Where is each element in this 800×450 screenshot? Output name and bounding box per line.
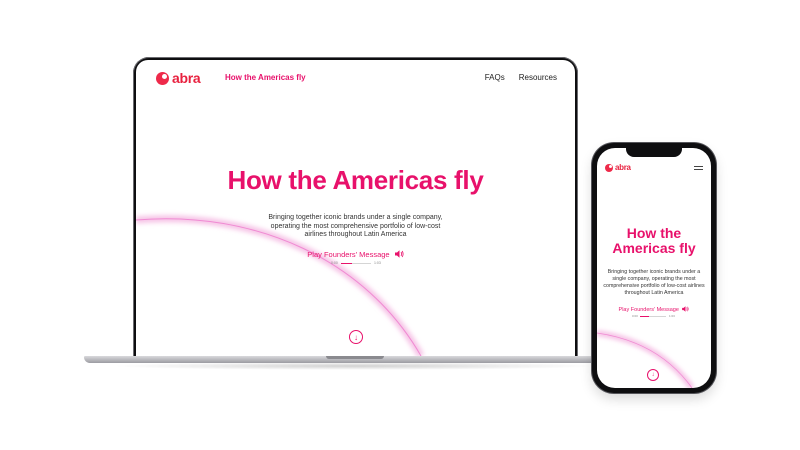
play-founders-message-button[interactable]: Play Founders' Message	[597, 306, 711, 313]
current-time: 0:00	[632, 314, 638, 318]
duration: 1:03	[669, 314, 675, 318]
laptop-hinge-notch	[326, 356, 384, 359]
hero-description: Bringing together iconic brands under a …	[268, 214, 443, 238]
speaker-icon	[682, 306, 689, 312]
hero-description: Bringing together iconic brands under a …	[603, 269, 705, 296]
phone-notch	[626, 147, 682, 157]
nav-link-faqs[interactable]: FAQs	[485, 73, 505, 82]
arrow-down-circle-icon: ↓	[651, 372, 655, 378]
page-title: How the Americas fly	[227, 165, 484, 195]
brand-wordmark: abra	[615, 163, 631, 172]
brand-wordmark: abra	[172, 70, 201, 86]
abra-logo-icon	[605, 163, 613, 172]
audio-player: 0:00 1:03	[632, 314, 676, 319]
top-nav: FAQs Resources	[485, 73, 557, 82]
speaker-icon	[394, 250, 404, 258]
laptop-screen: abra How the Americas fly FAQs Resources…	[136, 60, 575, 356]
page-title: How the Americas fly	[612, 225, 696, 256]
hamburger-menu-icon[interactable]	[694, 166, 703, 172]
nav-title[interactable]: How the Americas fly	[225, 73, 306, 82]
laptop-shadow	[110, 362, 600, 370]
play-label: Play Founders' Message	[618, 307, 679, 313]
nav-link-resources[interactable]: Resources	[519, 73, 557, 82]
audio-progress-fill	[341, 263, 352, 264]
brand-logo[interactable]: abra	[605, 163, 631, 172]
audio-progress-fill	[640, 316, 649, 317]
arrow-down-circle-icon: ↓	[354, 332, 358, 342]
decorative-arc	[597, 330, 695, 388]
scroll-down-button[interactable]: ↓	[647, 369, 659, 381]
brand-logo[interactable]: abra	[156, 70, 201, 86]
abra-logo-icon	[156, 71, 169, 85]
duration: 1:03	[374, 261, 381, 265]
phone-screen: abra How the Americas fly Bringing toget…	[597, 148, 711, 388]
scroll-down-button[interactable]: ↓	[349, 330, 363, 344]
decorative-arc	[136, 215, 425, 356]
audio-player: 0:00 1:03	[331, 261, 383, 267]
play-label: Play Founders' Message	[307, 250, 390, 259]
current-time: 0:00	[331, 261, 338, 265]
play-founders-message-button[interactable]: Play Founders' Message	[136, 250, 575, 259]
